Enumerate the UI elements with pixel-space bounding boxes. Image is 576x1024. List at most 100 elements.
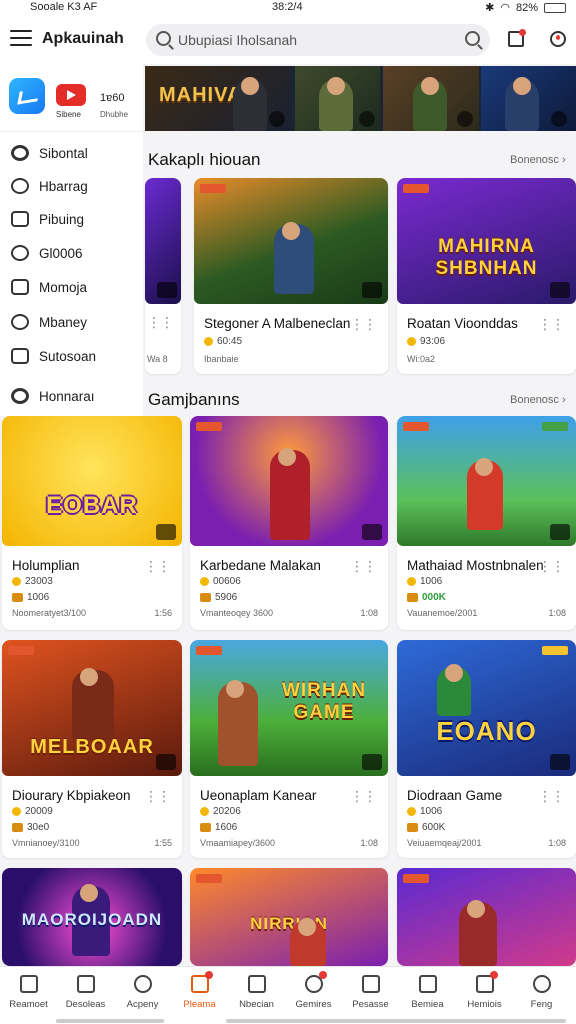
battery-icon bbox=[544, 2, 566, 13]
card-stat: 30e0 bbox=[12, 822, 49, 833]
game-thumbnail: MAHIRNA SHBNHAN bbox=[397, 178, 576, 304]
character-figure bbox=[274, 222, 314, 294]
home-indicator[interactable] bbox=[226, 1019, 566, 1023]
game-card[interactable]: MAOROIJOADN bbox=[2, 868, 182, 966]
card-stat: 00606 bbox=[200, 576, 241, 587]
more-options-icon[interactable]: ⋮⋮ bbox=[144, 558, 171, 575]
messenger-icon[interactable] bbox=[9, 78, 45, 114]
game-card[interactable]: ⋮⋮ Wa 8 bbox=[145, 178, 181, 374]
drawer-item-label: Hbarrag bbox=[39, 178, 88, 194]
chest-icon bbox=[200, 823, 211, 832]
drawer-item[interactable]: Mbaney bbox=[0, 307, 143, 337]
character-figure bbox=[505, 77, 539, 131]
game-card[interactable]: NIRRIAN bbox=[190, 868, 388, 966]
thumbnail-title-art: MAHIRNA SHBNHAN bbox=[435, 236, 538, 279]
play-icon[interactable] bbox=[551, 111, 567, 127]
more-options-icon[interactable]: ⋮⋮ bbox=[538, 558, 565, 575]
play-icon[interactable] bbox=[457, 111, 473, 127]
game-thumbnail bbox=[397, 416, 576, 546]
game-card[interactable]: MELBOAAR Diourary Kbpiakeon ⋮⋮ 20009 30e… bbox=[2, 640, 182, 858]
coin-icon bbox=[407, 337, 416, 346]
more-options-icon[interactable]: ⋮⋮ bbox=[144, 788, 171, 805]
more-options-icon[interactable]: ⋮⋮ bbox=[538, 788, 565, 805]
more-options-icon[interactable]: ⋮⋮ bbox=[538, 316, 565, 333]
banner-tile bbox=[225, 66, 295, 131]
drawer-item[interactable]: Pibuing bbox=[0, 204, 143, 234]
card-footer: Vmanteoqey 3600 bbox=[200, 608, 274, 618]
character-figure bbox=[467, 458, 503, 530]
bottom-nav-item[interactable]: Pesasse bbox=[342, 967, 399, 1015]
duration-badge bbox=[550, 754, 570, 770]
bottom-nav-item[interactable]: Gemires bbox=[285, 967, 342, 1015]
game-card[interactable]: WIRHAN GAME Ueonaplam Kanear ⋮⋮ 20206 16… bbox=[190, 640, 388, 858]
cast-icon[interactable] bbox=[508, 29, 526, 47]
play-icon[interactable] bbox=[269, 111, 285, 127]
more-options-icon[interactable]: ⋮⋮ bbox=[147, 314, 174, 331]
notification-badge bbox=[490, 971, 498, 979]
banner-tile[interactable] bbox=[481, 66, 576, 131]
card-duration: 1:08 bbox=[360, 838, 378, 848]
game-thumbnail bbox=[145, 178, 181, 304]
card-duration: 1:08 bbox=[548, 608, 566, 618]
game-thumbnail: EOBAR bbox=[2, 416, 182, 546]
youtube-icon[interactable] bbox=[56, 84, 86, 106]
card-footer: Ibanbaie bbox=[204, 354, 239, 364]
game-card[interactable]: Stegoner A Malbeneclan ⋮⋮ 60:45 Ibanbaie bbox=[194, 178, 388, 374]
bottom-nav-item[interactable]: Bemiea bbox=[399, 967, 456, 1015]
drawer-item[interactable]: Gl0006 bbox=[0, 238, 143, 268]
bottom-nav-item[interactable]: Nbecian bbox=[228, 967, 285, 1015]
section-more-link[interactable]: Bonenosc › bbox=[510, 154, 566, 166]
bottom-nav-item[interactable]: Acpeny bbox=[114, 967, 171, 1015]
drawer-item[interactable]: Honnaraı bbox=[0, 381, 143, 411]
top-app-bar: Apkauinah Ubupiasi Iholsanah bbox=[0, 16, 576, 64]
bottom-nav-item[interactable]: Feng bbox=[513, 967, 570, 1015]
drawer-item[interactable]: Sutosoan bbox=[0, 341, 143, 371]
search-submit-icon[interactable] bbox=[465, 31, 480, 46]
library-icon bbox=[362, 975, 380, 993]
section-title: Gamjbanıns bbox=[148, 390, 240, 409]
card-footer: Wa 8 bbox=[147, 354, 168, 364]
more-options-icon[interactable]: ⋮⋮ bbox=[350, 788, 377, 805]
card-stat: 1006 bbox=[12, 592, 49, 603]
bottom-nav-label: Nbecian bbox=[239, 999, 274, 1010]
bottom-nav-label: Bemiea bbox=[411, 999, 444, 1010]
home-indicator[interactable] bbox=[56, 1019, 164, 1023]
card-stat: 000K bbox=[407, 592, 446, 603]
search-bar[interactable]: Ubupiasi Iholsanah bbox=[146, 24, 490, 56]
section-more-link[interactable]: Bonenosc › bbox=[510, 394, 566, 406]
wifi-icon: ◠ bbox=[500, 2, 510, 14]
game-thumbnail bbox=[190, 416, 388, 546]
hamburger-menu-icon[interactable] bbox=[10, 30, 32, 46]
bottom-nav-label: Gemires bbox=[295, 999, 332, 1010]
bottom-nav-item[interactable]: Hemiois bbox=[456, 967, 513, 1015]
card-title: Karbedane Malakan bbox=[200, 558, 321, 573]
status-bar: Sooale K3 AF 38:2/4 ✱ ◠ 82% bbox=[0, 0, 576, 16]
game-card[interactable]: Karbedane Malakan ⋮⋮ 00606 5906 Vmanteoq… bbox=[190, 416, 388, 630]
more-options-icon[interactable]: ⋮⋮ bbox=[350, 558, 377, 575]
live-tag bbox=[8, 646, 34, 655]
game-card[interactable]: Mathaiad Mostnbnalen ⋮⋮ 1006 000K Vauane… bbox=[397, 416, 576, 630]
game-card[interactable]: MAHIRNA SHBNHAN Roatan Vioonddas ⋮⋮ 93:0… bbox=[397, 178, 576, 374]
game-card[interactable] bbox=[397, 868, 576, 966]
system-home-bar bbox=[0, 1014, 576, 1024]
side-drawer: Sibene 1ɐ60 Dhubhe Sibontal Hbarrag Pibu… bbox=[0, 64, 143, 416]
drawer-item[interactable]: Sibontal bbox=[0, 138, 143, 168]
featured-banner[interactable]: MAHIVAN bbox=[145, 66, 576, 131]
play-icon[interactable] bbox=[359, 111, 375, 127]
card-title: Diodraan Game bbox=[407, 788, 503, 803]
banner-tile[interactable] bbox=[383, 66, 479, 131]
more-options-icon[interactable]: ⋮⋮ bbox=[350, 316, 377, 333]
apps-count: 1ɐ60 bbox=[100, 92, 125, 104]
bottom-nav-item[interactable]: Pleama bbox=[171, 967, 228, 1015]
drawer-item[interactable]: Hbarrag bbox=[0, 171, 143, 201]
bottom-nav-item[interactable]: Reamoet bbox=[0, 967, 57, 1015]
notification-bell-icon[interactable] bbox=[550, 31, 566, 47]
bottom-nav-item[interactable]: Desoleas bbox=[57, 967, 114, 1015]
battery-percent: 82% bbox=[515, 1, 538, 14]
game-card[interactable]: EOBAR Holumplian ⋮⋮ 23003 1006 Noomeraty… bbox=[2, 416, 182, 630]
banner-tile[interactable] bbox=[295, 66, 380, 131]
search-icon bbox=[156, 31, 171, 46]
card-footer: Vmaamiapey/3600 bbox=[200, 838, 276, 848]
game-card[interactable]: EOANO Diodraan Game ⋮⋮ 1006 600K Veiuaem… bbox=[397, 640, 576, 858]
drawer-item[interactable]: Momoja bbox=[0, 272, 143, 302]
